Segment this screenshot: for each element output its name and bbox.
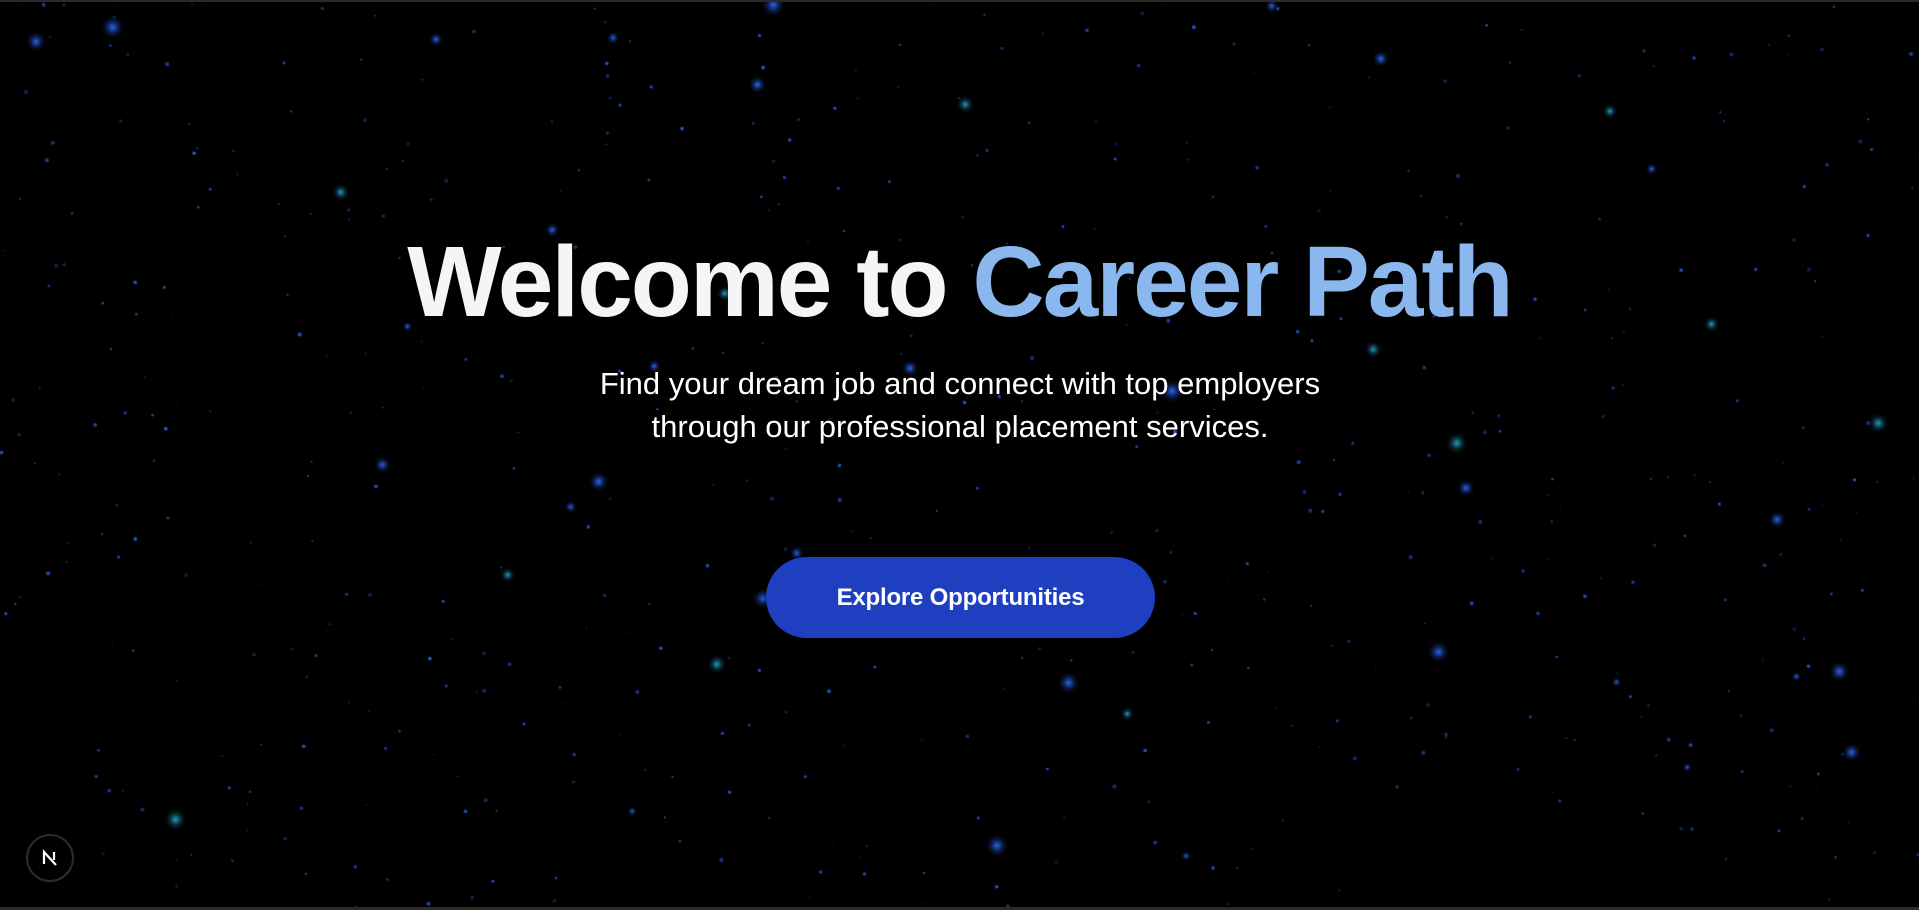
page: Welcome to Career Path Find your dream j…	[0, 0, 1919, 910]
hero-title: Welcome to Career Path	[0, 224, 1919, 340]
explore-opportunities-button[interactable]: Explore Opportunities	[766, 557, 1155, 638]
hero-subtitle: Find your dream job and connect with top…	[599, 366, 1321, 444]
hero-title-accent: Career Path	[972, 226, 1513, 338]
hero-section: Welcome to Career Path Find your dream j…	[0, 2, 1919, 907]
hero-title-prefix: Welcome to	[407, 226, 973, 338]
nextjs-logo-icon	[42, 849, 57, 866]
nextjs-dev-badge[interactable]	[26, 834, 74, 882]
